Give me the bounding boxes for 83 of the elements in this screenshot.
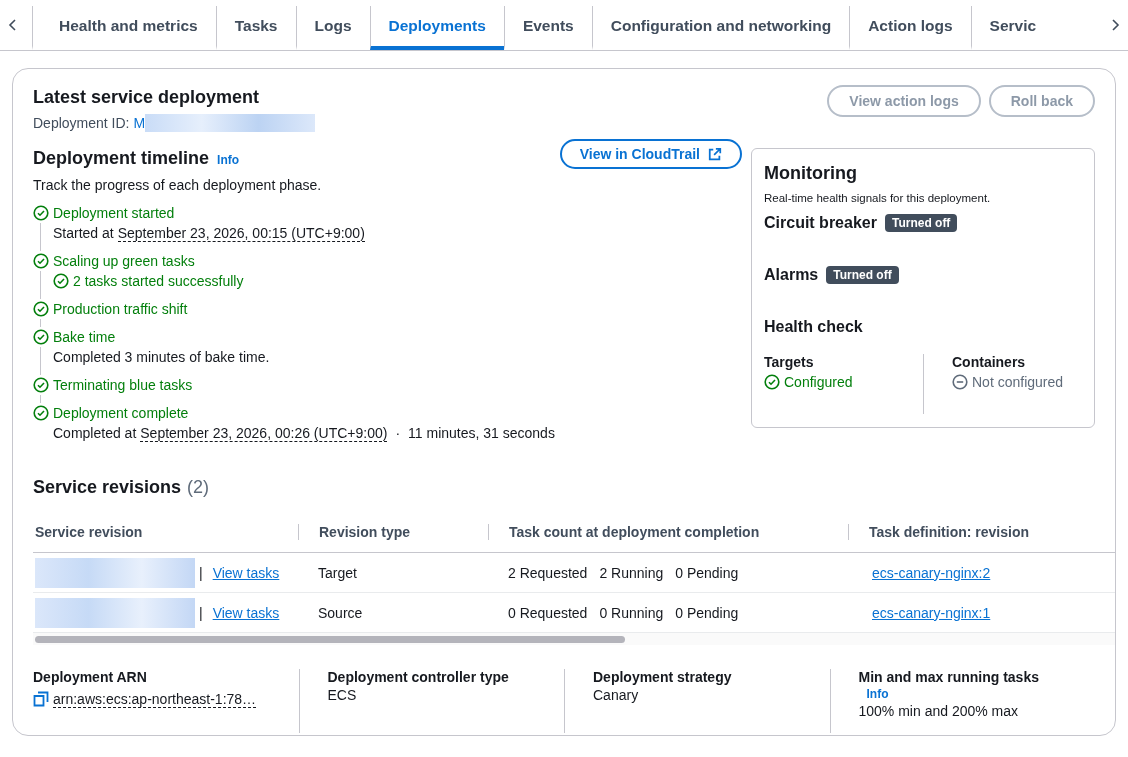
step-title: Bake time — [53, 329, 116, 345]
view-tasks-link[interactable]: View tasks — [212, 604, 280, 621]
step-detail: Started at — [53, 225, 114, 241]
detail-label: Deployment controller type — [327, 669, 510, 685]
tab[interactable]: Logs — [295, 6, 370, 50]
health-check-status: Not configured — [972, 374, 1065, 390]
health-check-label: Containers — [952, 354, 1027, 370]
detail-value: 100% min and 200% max — [858, 703, 1020, 719]
health-check-status: Configured — [784, 374, 853, 390]
detail-label: Min and max running tasks — [858, 669, 1040, 685]
success-icon — [33, 377, 49, 393]
step-detail: Completed 3 minutes of bake time. — [53, 349, 270, 365]
success-icon — [33, 405, 49, 421]
table-cell: 0 Pending — [675, 564, 739, 581]
separator-text: | — [199, 564, 203, 581]
tab[interactable]: Events — [503, 6, 592, 50]
monitoring-title: Monitoring — [764, 163, 858, 184]
step-detail: 2 tasks started successfully — [73, 273, 244, 289]
info-link[interactable]: Info — [217, 153, 240, 167]
section-title: Latest service deployment — [33, 87, 261, 108]
success-icon — [33, 205, 49, 221]
success-icon — [53, 273, 69, 289]
detail-value: Canary — [593, 687, 640, 703]
view-tasks-link[interactable]: View tasks — [212, 564, 280, 581]
success-icon — [33, 253, 49, 269]
detail-value: arn:aws:ecs:ap-northeast-1:78… — [53, 691, 257, 708]
success-icon — [33, 329, 49, 345]
detail-label: Deployment ARN — [33, 669, 148, 685]
tab[interactable]: Tasks — [215, 6, 296, 50]
monitoring-description: Real-time health signals for this deployment. — [764, 192, 992, 204]
success-icon — [764, 374, 780, 390]
timeline-title: Deployment timeline — [33, 148, 210, 169]
health-check-label: Targets — [764, 354, 815, 370]
step-title: Production traffic shift — [53, 301, 188, 317]
view-in-cloudtrail-button[interactable]: View in CloudTrail — [559, 138, 742, 169]
info-link[interactable]: Info — [866, 687, 1095, 701]
step-detail: Completed at — [53, 425, 137, 441]
deployment-id-label: Deployment ID: — [33, 115, 130, 131]
revision-count: (2) — [187, 477, 210, 498]
timestamp[interactable]: September 23, 2026, 00:15 (UTC+9:00) — [117, 224, 365, 242]
step-title: Deployment started — [53, 205, 175, 221]
signal-label: Alarms — [764, 266, 819, 284]
separator-text: | — [199, 604, 203, 621]
task-definition-link[interactable]: ecs-canary-nginx:2 — [872, 564, 991, 581]
health-check-title: Health check — [764, 318, 864, 336]
minus-circle-icon — [952, 374, 968, 390]
status-badge: Turned off — [826, 266, 899, 284]
column-header: Task definition: revision — [869, 524, 1029, 540]
success-icon — [33, 301, 49, 317]
status-badge: Turned off — [884, 214, 958, 232]
deployment-id-value[interactable]: M — [133, 115, 146, 131]
chevron-right-icon — [1110, 17, 1120, 33]
horizontal-scrollbar[interactable] — [35, 635, 625, 643]
timeline-description: Track the progress of each deployment phase. — [33, 177, 323, 193]
table-cell: 2 Requested — [508, 564, 588, 581]
timestamp[interactable]: September 23, 2026, 00:26 (UTC+9:00) — [140, 424, 388, 442]
external-link-icon — [708, 146, 722, 161]
detail-value: ECS — [327, 687, 358, 703]
tab[interactable]: Deployments — [369, 6, 504, 50]
tab[interactable]: Health and metrics — [32, 6, 216, 50]
step-title: Scaling up green tasks — [53, 253, 195, 269]
column-header: Task count at deployment completion — [509, 524, 760, 540]
duration-text: 11 minutes, 31 seconds — [408, 425, 555, 441]
copy-icon[interactable] — [33, 691, 49, 707]
table-cell: 0 Pending — [675, 604, 739, 621]
table-cell: 0 Requested — [508, 604, 588, 621]
column-header: Service revision — [35, 524, 143, 540]
table-cell: 0 Running — [599, 604, 664, 621]
task-definition-link[interactable]: ecs-canary-nginx:1 — [872, 604, 991, 621]
tab[interactable]: Configuration and networking — [591, 6, 850, 50]
table-cell: 2 Running — [599, 564, 664, 581]
step-title: Deployment complete — [53, 405, 189, 421]
step-title: Terminating blue tasks — [53, 377, 193, 393]
column-header: Revision type — [319, 524, 411, 540]
tab[interactable]: Servic — [970, 6, 1055, 50]
table-cell: Source — [318, 604, 363, 621]
tab[interactable]: Action logs — [849, 6, 971, 50]
revisions-title: Service revisions — [33, 477, 182, 498]
chevron-left-icon — [8, 17, 18, 33]
detail-label: Deployment strategy — [593, 669, 733, 685]
separator-dot: · — [395, 425, 401, 441]
table-cell: Target — [318, 564, 357, 581]
signal-label: Circuit breaker — [764, 214, 877, 232]
